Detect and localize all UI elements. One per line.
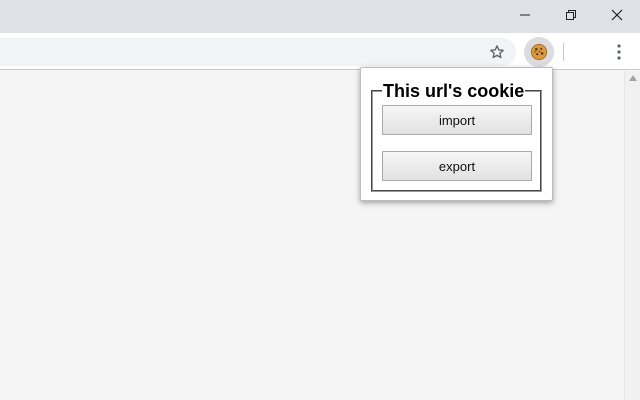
extension-popup: This url's cookie import export <box>360 67 553 201</box>
address-bar[interactable] <box>0 38 516 66</box>
minimize-button[interactable] <box>502 0 548 29</box>
toolbar-divider <box>563 43 564 61</box>
cookie-icon <box>530 43 548 61</box>
vertical-scrollbar[interactable] <box>624 71 640 400</box>
star-icon <box>490 45 504 59</box>
cookie-extension-button[interactable] <box>524 37 554 67</box>
restore-button[interactable] <box>548 0 594 29</box>
kebab-menu-icon <box>617 44 621 60</box>
restore-icon <box>566 9 576 20</box>
bookmark-button[interactable] <box>484 38 510 66</box>
close-icon <box>611 9 623 20</box>
browser-menu-button[interactable] <box>606 37 632 67</box>
popup-legend: This url's cookie <box>383 81 525 101</box>
window-titlebar <box>0 0 640 33</box>
scroll-up-arrow[interactable] <box>628 74 638 82</box>
browser-toolbar <box>0 33 640 70</box>
export-button[interactable]: export <box>382 151 532 181</box>
triangle-up-icon <box>629 75 637 81</box>
minimize-icon <box>520 14 530 15</box>
close-button[interactable] <box>594 0 640 29</box>
import-button[interactable]: import <box>382 105 532 135</box>
